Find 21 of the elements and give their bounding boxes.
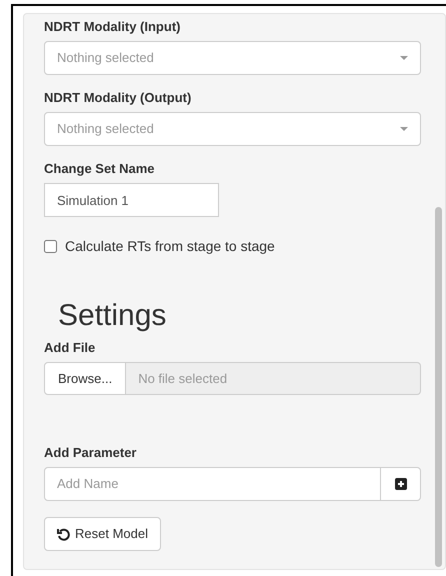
undo-icon (57, 528, 70, 540)
input-field[interactable]: Add Name (44, 467, 381, 501)
checkbox-label: Calculate RTs from stage to stage (65, 237, 275, 256)
plus-icon (394, 478, 406, 490)
add-button[interactable] (381, 467, 421, 501)
caret-icon (400, 127, 408, 131)
browse-button[interactable]: Browse... (44, 362, 126, 395)
dropdown-placeholder: Nothing selected (57, 120, 154, 138)
reset-button[interactable]: Reset Model (44, 517, 161, 551)
field-label: NDRT Modality (Output) (44, 90, 192, 106)
dropdown-placeholder: Nothing selected (57, 49, 154, 68)
section-heading: Settings (58, 299, 168, 333)
field-label: Add Parameter (44, 445, 138, 461)
file-name-field: No file selected (126, 362, 421, 395)
field-label: NDRT Modality (Input) (44, 19, 182, 35)
scrollbar[interactable] (435, 207, 442, 567)
caret-icon (400, 56, 408, 60)
checkbox[interactable] (44, 240, 57, 253)
input-field[interactable]: Simulation 1 (44, 183, 219, 217)
field-label: Add File (44, 340, 96, 356)
field-label: Change Set Name (44, 161, 156, 177)
